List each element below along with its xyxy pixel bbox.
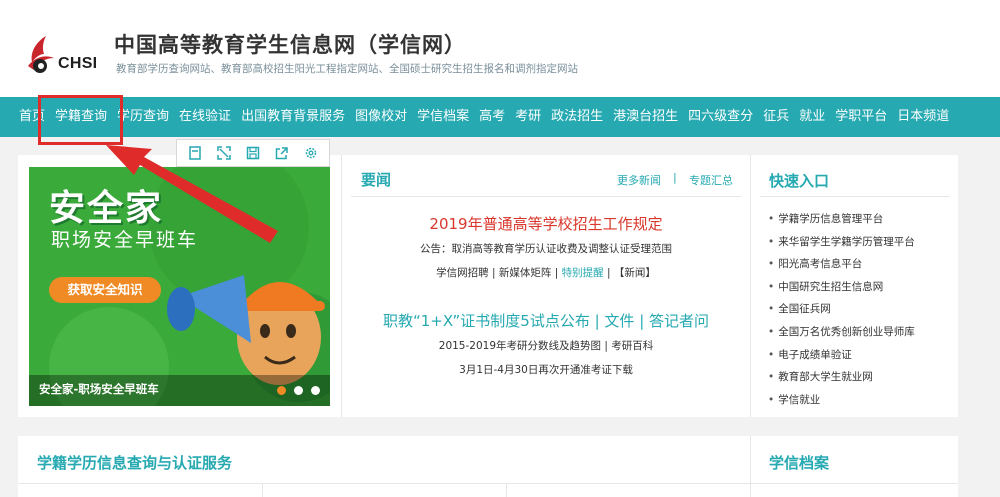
nav-item-career-platform[interactable]: 学职平台 [835, 97, 887, 137]
nav-item-study-abroad[interactable]: 出国教育背景服务 [241, 97, 345, 137]
main-navigation: 首页 学籍查询 学历查询 在线验证 出国教育背景服务 图像校对 学信档案 高考 … [0, 97, 1000, 137]
nav-item-law-enrollment[interactable]: 政法招生 [551, 97, 603, 137]
nav-item-employment[interactable]: 就业 [799, 97, 825, 137]
link-separator: | [491, 267, 496, 279]
archive-section-title: 学信档案 [769, 454, 830, 472]
quick-entry-item[interactable]: 全国征兵网 [768, 298, 915, 321]
recruitment-link[interactable]: 学信网招聘 [436, 267, 489, 279]
quick-entry-item[interactable]: 教育部大学生就业网 [768, 366, 915, 389]
tab-divider [506, 484, 507, 497]
site-title: 中国高等教育学生信息网（学信网） [114, 33, 466, 57]
carousel-dot-3[interactable] [311, 386, 320, 395]
quick-entry-list: 学籍学历信息管理平台 来华留学生学籍学历管理平台 阳光高考信息平台 中国研究生招… [768, 208, 915, 411]
lower-header-rule [18, 483, 958, 484]
topics-summary-link[interactable]: 专题汇总 [689, 172, 733, 188]
settings-icon[interactable] [301, 143, 321, 163]
quick-entry-title: 快速入口 [769, 172, 830, 190]
nav-item-japan-channel[interactable]: 日本频道 [897, 97, 949, 137]
news-tag-link[interactable]: 【新闻】 [614, 267, 656, 279]
news-notice-certification[interactable]: 公告：取消高等教育学历认证收费及调整认证受理范围 [351, 241, 741, 256]
quick-entry-item[interactable]: 来华留学生学籍学历管理平台 [768, 231, 915, 254]
column-divider [750, 436, 751, 497]
quick-entry-item[interactable]: 中国研究生招生信息网 [768, 276, 915, 299]
news-section-title: 要闻 [361, 171, 392, 189]
nav-item-archive[interactable]: 学信档案 [417, 97, 469, 137]
site-header: CHSI 中国高等教育学生信息网（学信网） 教育部学历查询网站、教育部高校招生阳… [0, 0, 1000, 97]
logo-text: CHSI [58, 55, 98, 72]
nav-item-cet-score[interactable]: 四六级查分 [688, 97, 753, 137]
link-separator: | [554, 267, 559, 279]
quick-entry-item[interactable]: 电子成绩单验证 [768, 344, 915, 367]
nav-item-hk-macau-tw[interactable]: 港澳台招生 [613, 97, 678, 137]
column-divider [750, 155, 751, 417]
quick-entry-item[interactable]: 学籍学历信息管理平台 [768, 208, 915, 231]
link-separator: | [606, 267, 611, 279]
special-reminder-link[interactable]: 特别提醒 [562, 267, 604, 279]
nav-item-online-verify[interactable]: 在线验证 [179, 97, 231, 137]
nav-list: 首页 学籍查询 学历查询 在线验证 出国教育背景服务 图像校对 学信档案 高考 … [19, 97, 949, 137]
quick-entry-item[interactable]: 学信就业 [768, 389, 915, 412]
carousel-dot-2[interactable] [294, 386, 303, 395]
quick-entry-rule [760, 196, 950, 197]
column-divider [341, 155, 342, 417]
nav-item-kaoyan[interactable]: 考研 [515, 97, 541, 137]
news-admission-ticket-link[interactable]: 3月1日-4月30日再次开通准考证下载 [351, 362, 741, 377]
nav-item-degree-query[interactable]: 学历查询 [117, 97, 169, 137]
get-safety-knowledge-button[interactable]: 获取安全知识 [49, 277, 161, 303]
tab-divider [262, 484, 263, 497]
quick-entry-item[interactable]: 全国万名优秀创新创业导师库 [768, 321, 915, 344]
query-certification-section-title: 学籍学历信息查询与认证服务 [37, 454, 233, 472]
news-link-separator: | [673, 171, 677, 184]
news-kaoyan-scores-link[interactable]: 2015-2019年考研分数线及趋势图 | 考研百科 [351, 338, 741, 353]
news-header-rule [351, 196, 741, 197]
nav-item-conscription[interactable]: 征兵 [763, 97, 789, 137]
banner-caption: 安全家-职场安全早班车 [39, 382, 159, 396]
news-headline-enrollment-rules[interactable]: 2019年普通高等学校招生工作规定 [351, 213, 741, 234]
quick-entry-item[interactable]: 阳光高考信息平台 [768, 253, 915, 276]
carousel-dot-1[interactable] [277, 386, 286, 395]
annotation-arrow-icon [106, 145, 278, 243]
nav-item-gaokao[interactable]: 高考 [479, 97, 505, 137]
nav-item-image-check[interactable]: 图像校对 [355, 97, 407, 137]
more-news-link[interactable]: 更多新闻 [617, 172, 661, 188]
site-subtitle: 教育部学历查询网站、教育部高校招生阳光工程指定网站、全国硕士研究生招生报名和调剂… [116, 63, 578, 75]
new-media-link[interactable]: 新媒体矩阵 [499, 267, 552, 279]
news-headline-vocational-certificate[interactable]: 职教“1+X”证书制度5试点公布 | 文件 | 答记者问 [351, 310, 741, 331]
news-links-row: 学信网招聘 | 新媒体矩阵 | 特别提醒 | 【新闻】 [351, 265, 741, 280]
